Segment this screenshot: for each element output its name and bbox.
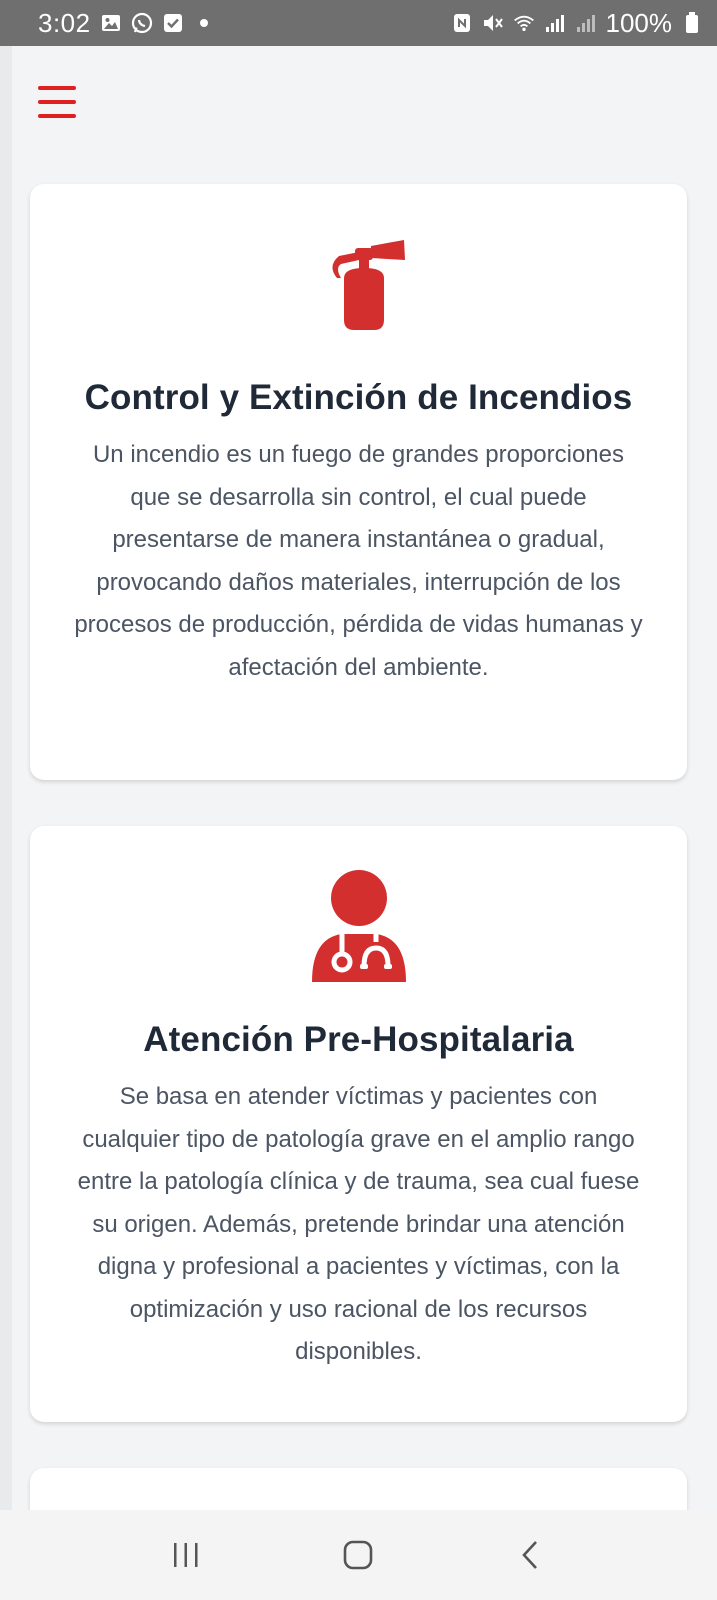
webview-edge xyxy=(0,46,12,1510)
service-card-fire-control: Control y Extinción de Incendios Un ince… xyxy=(30,184,687,780)
mute-icon xyxy=(482,12,504,34)
card-description: Se basa en atender víctimas y pacientes … xyxy=(77,1083,640,1365)
nfc-icon xyxy=(451,12,473,34)
back-icon[interactable] xyxy=(501,1530,561,1580)
app-screen: 3:02 100% Control y Extinción de Incendi… xyxy=(0,0,717,1600)
home-icon[interactable] xyxy=(328,1530,388,1580)
signal-icon xyxy=(575,12,597,34)
status-bar: 3:02 100% xyxy=(0,0,717,46)
battery-percentage: 100% xyxy=(605,7,673,38)
fire-extinguisher-icon xyxy=(309,238,409,338)
menu-bar-line xyxy=(38,100,76,104)
battery-icon xyxy=(681,12,703,34)
signal-icon xyxy=(544,12,566,34)
check-icon xyxy=(162,12,184,34)
card-title: Control y Extinción de Incendios xyxy=(84,378,633,417)
wifi-icon xyxy=(513,12,535,34)
doctor-stethoscope-icon xyxy=(304,870,414,985)
service-card-prehospital: Atención Pre-Hospitalaria Se basa en ate… xyxy=(30,826,687,1422)
whatsapp-icon xyxy=(131,12,153,34)
hamburger-menu-icon[interactable] xyxy=(36,82,78,122)
menu-bar-line xyxy=(38,114,76,118)
menu-bar-line xyxy=(38,86,76,90)
recent-apps-icon[interactable] xyxy=(156,1530,216,1580)
status-left: 3:02 xyxy=(38,8,215,39)
card-title: Atención Pre-Hospitalaria xyxy=(143,1020,574,1059)
status-time: 3:02 xyxy=(38,7,91,38)
system-navigation-bar xyxy=(0,1510,717,1600)
dot-icon xyxy=(193,12,215,34)
status-right: 100% xyxy=(451,8,704,39)
gallery-icon xyxy=(100,12,122,34)
card-description: Un incendio es un fuego de grandes propo… xyxy=(74,441,643,681)
